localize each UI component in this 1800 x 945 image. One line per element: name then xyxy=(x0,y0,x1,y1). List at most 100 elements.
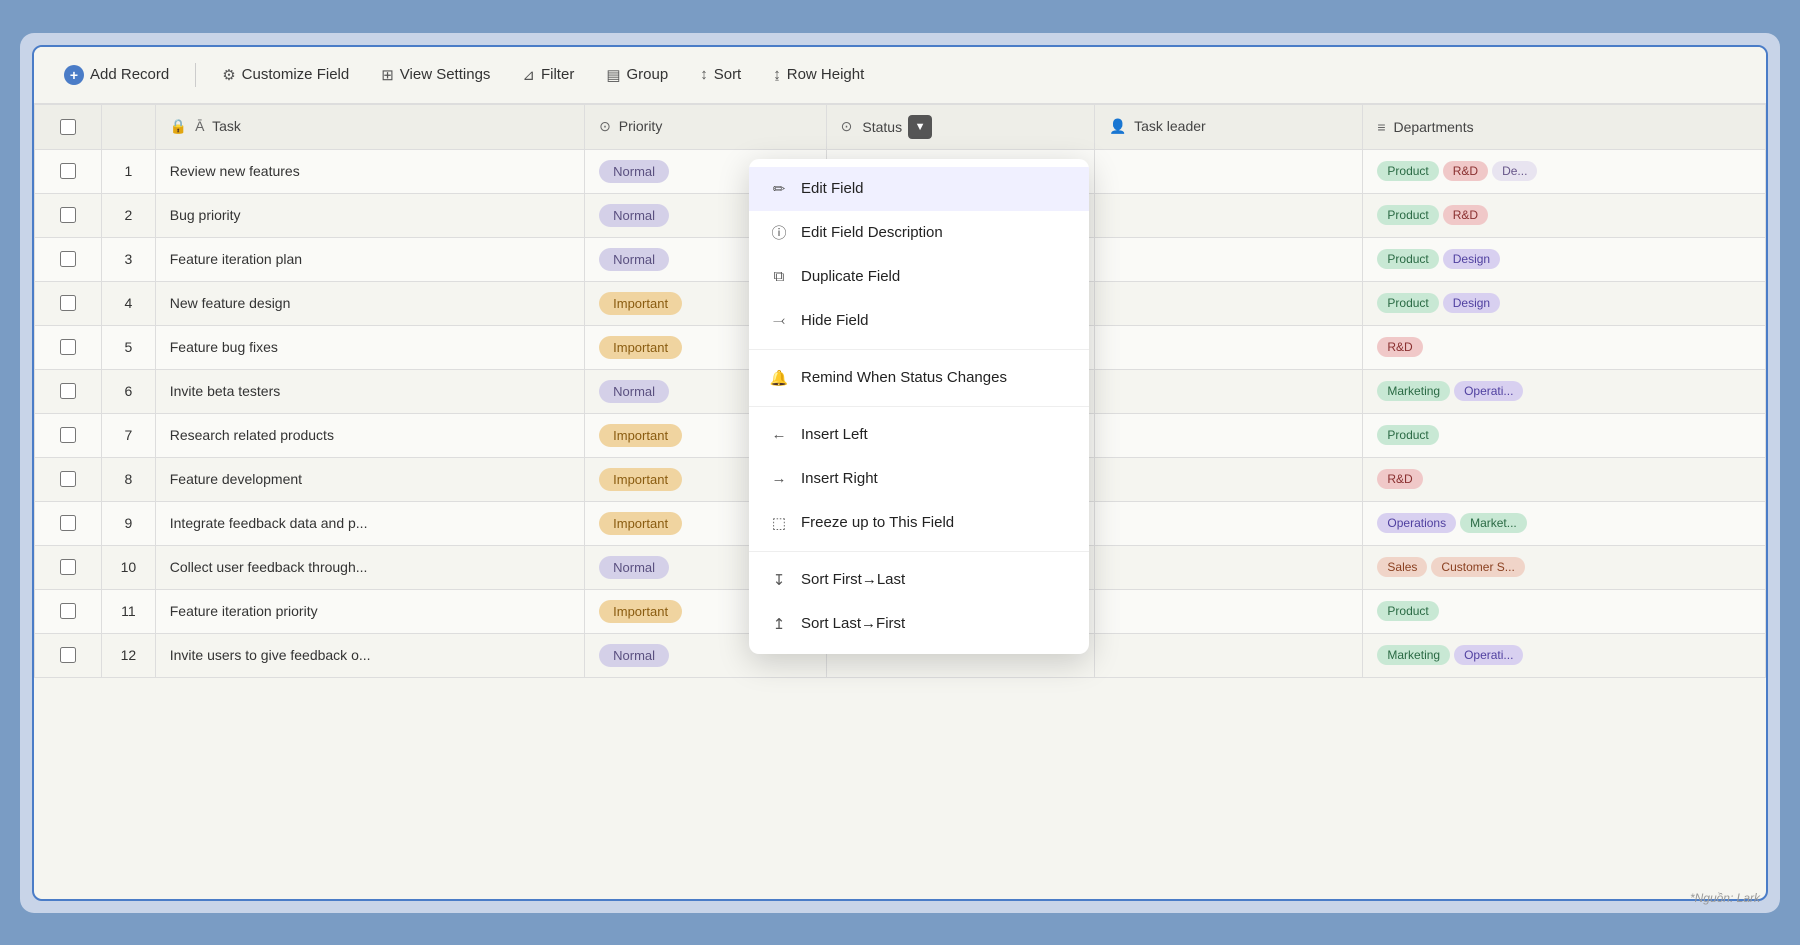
hide-icon: ⤙ xyxy=(769,311,789,331)
menu-item-hide-field[interactable]: ⤙ Hide Field xyxy=(749,299,1089,343)
add-record-button[interactable]: + Add Record xyxy=(50,57,183,93)
row-checkbox[interactable] xyxy=(60,295,76,311)
depts-cell: Product xyxy=(1363,413,1766,457)
th-checkbox xyxy=(35,104,102,149)
row-height-button[interactable]: ↨ Row Height xyxy=(759,58,878,91)
row-checkbox-cell xyxy=(35,281,102,325)
menu-item-insert-left[interactable]: ← Insert Left xyxy=(749,413,1089,457)
depts-cell: R&D xyxy=(1363,325,1766,369)
menu-item-duplicate-field-label: Duplicate Field xyxy=(801,268,900,285)
row-checkbox[interactable] xyxy=(60,383,76,399)
row-checkbox[interactable] xyxy=(60,471,76,487)
task-cell: Feature iteration priority xyxy=(155,589,584,633)
arrow-right-icon: → xyxy=(769,469,789,489)
menu-item-sort-first-last[interactable]: ↧ Sort First→Last xyxy=(749,558,1089,602)
priority-badge: Important xyxy=(599,512,682,535)
row-checkbox[interactable] xyxy=(60,559,76,575)
task-cell: Invite users to give feedback o... xyxy=(155,633,584,677)
row-checkbox[interactable] xyxy=(60,339,76,355)
menu-item-remind-status-label: Remind When Status Changes xyxy=(801,369,1007,386)
depts-cell: MarketingOperati... xyxy=(1363,369,1766,413)
plus-icon: + xyxy=(64,65,84,85)
menu-item-sort-last-first[interactable]: ↥ Sort Last→First xyxy=(749,602,1089,646)
filter-button[interactable]: ⊿ Filter xyxy=(508,58,588,92)
row-checkbox-cell xyxy=(35,413,102,457)
menu-item-remind-status[interactable]: 🔔 Remind When Status Changes xyxy=(749,356,1089,400)
dept-tag: Operati... xyxy=(1454,645,1523,665)
row-checkbox-cell xyxy=(35,325,102,369)
dept-tag: Sales xyxy=(1377,557,1427,577)
dept-tag: Market... xyxy=(1460,513,1527,533)
watermark: *Nguồn: Lark xyxy=(1690,891,1760,905)
priority-badge: Important xyxy=(599,600,682,623)
table-header-row: 🔒 Ā Task ⊙ Priority ⊙ Status xyxy=(35,104,1766,149)
freeze-icon: ⬚ xyxy=(769,513,789,533)
depts-cell: R&D xyxy=(1363,457,1766,501)
row-number: 8 xyxy=(102,457,156,501)
row-checkbox[interactable] xyxy=(60,207,76,223)
row-number: 11 xyxy=(102,589,156,633)
row-number: 1 xyxy=(102,149,156,193)
row-checkbox-cell xyxy=(35,545,102,589)
menu-item-freeze-field[interactable]: ⬚ Freeze up to This Field xyxy=(749,501,1089,545)
th-task-leader[interactable]: 👤 Task leader xyxy=(1095,104,1363,149)
row-checkbox-cell xyxy=(35,149,102,193)
dept-tag: Customer S... xyxy=(1431,557,1524,577)
task-cell: Feature bug fixes xyxy=(155,325,584,369)
th-departments[interactable]: ≡ Departments xyxy=(1363,104,1766,149)
sort-az-icon: ↧ xyxy=(769,570,789,590)
th-task[interactable]: 🔒 Ā Task xyxy=(155,104,584,149)
view-settings-label: View Settings xyxy=(400,66,491,83)
priority-badge: Normal xyxy=(599,160,669,183)
menu-item-edit-field[interactable]: ✏ Edit Field xyxy=(749,167,1089,211)
row-checkbox-cell xyxy=(35,193,102,237)
row-checkbox[interactable] xyxy=(60,251,76,267)
leader-cell xyxy=(1095,457,1363,501)
depts-cell: MarketingOperati... xyxy=(1363,633,1766,677)
menu-item-duplicate-field[interactable]: ⧉ Duplicate Field xyxy=(749,255,1089,299)
row-checkbox[interactable] xyxy=(60,163,76,179)
sort-button[interactable]: ↕ Sort xyxy=(686,58,755,91)
select-all-checkbox[interactable] xyxy=(60,119,76,135)
leader-cell xyxy=(1095,281,1363,325)
depts-cell: ProductR&D xyxy=(1363,193,1766,237)
customize-field-button[interactable]: ⚙ Customize Field xyxy=(208,58,363,92)
status-dropdown-button[interactable]: ▼ xyxy=(908,115,932,139)
table-wrapper: 🔒 Ā Task ⊙ Priority ⊙ Status xyxy=(34,104,1766,899)
menu-item-insert-right[interactable]: → Insert Right xyxy=(749,457,1089,501)
menu-item-sort-first-last-label: Sort First→Last xyxy=(801,571,905,588)
th-priority[interactable]: ⊙ Priority xyxy=(585,104,827,149)
th-status[interactable]: ⊙ Status ▼ xyxy=(826,104,1094,149)
dept-tag: Product xyxy=(1377,601,1438,621)
row-checkbox[interactable] xyxy=(60,603,76,619)
leader-cell xyxy=(1095,501,1363,545)
row-number: 5 xyxy=(102,325,156,369)
dept-tag: Design xyxy=(1443,249,1500,269)
row-checkbox[interactable] xyxy=(60,427,76,443)
leader-cell xyxy=(1095,149,1363,193)
th-row-num xyxy=(102,104,156,149)
view-settings-button[interactable]: ⊞ View Settings xyxy=(367,58,504,92)
dept-tag: Product xyxy=(1377,205,1438,225)
row-number: 12 xyxy=(102,633,156,677)
priority-badge: Important xyxy=(599,468,682,491)
row-checkbox-cell xyxy=(35,589,102,633)
row-number: 3 xyxy=(102,237,156,281)
toolbar: + Add Record ⚙ Customize Field ⊞ View Se… xyxy=(34,47,1766,104)
depts-cell: ProductR&DDe... xyxy=(1363,149,1766,193)
leader-cell xyxy=(1095,545,1363,589)
menu-item-edit-field-desc[interactable]: ⓘ Edit Field Description xyxy=(749,211,1089,255)
filter-label: Filter xyxy=(541,66,574,83)
row-number: 4 xyxy=(102,281,156,325)
priority-badge: Normal xyxy=(599,556,669,579)
th-status-label: Status xyxy=(862,119,902,135)
menu-item-insert-right-label: Insert Right xyxy=(801,470,878,487)
dept-tag: Operati... xyxy=(1454,381,1523,401)
group-button[interactable]: ▤ Group xyxy=(592,58,682,92)
leader-cell xyxy=(1095,369,1363,413)
dept-tag: R&D xyxy=(1377,337,1422,357)
task-cell: New feature design xyxy=(155,281,584,325)
row-checkbox[interactable] xyxy=(60,647,76,663)
row-number: 6 xyxy=(102,369,156,413)
row-checkbox[interactable] xyxy=(60,515,76,531)
